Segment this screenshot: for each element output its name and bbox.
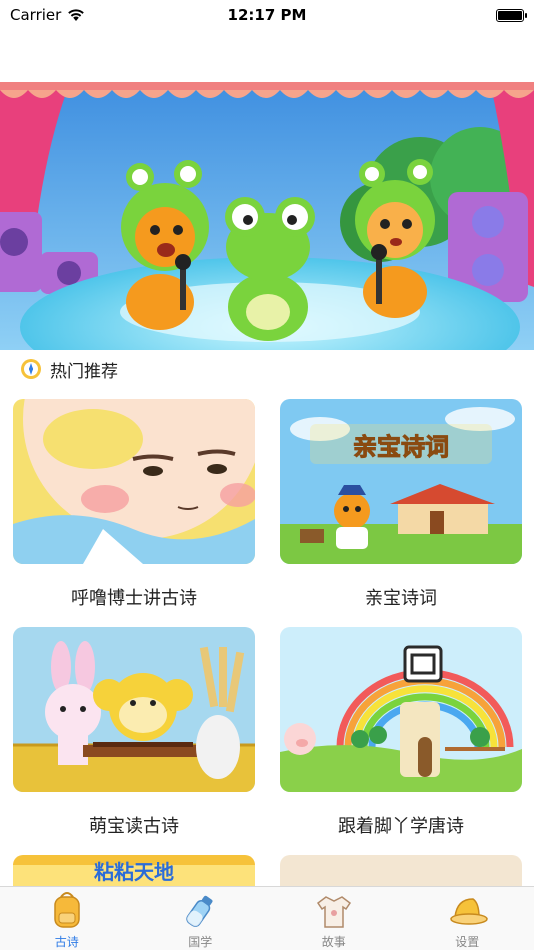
shirt-icon: [316, 896, 351, 928]
tab-label: 设置: [455, 935, 480, 949]
card-image-title: 亲宝诗词: [353, 433, 449, 461]
card-thumbnail-partial[interactable]: [280, 855, 522, 887]
tab-label: 故事: [321, 935, 346, 949]
card-label: 萌宝读古诗: [89, 816, 179, 837]
tab-bar: 古诗 国学 故事 设置: [0, 886, 534, 950]
card-thumbnail[interactable]: [13, 627, 255, 792]
tab-settings[interactable]: 设置: [401, 887, 534, 950]
bottle-icon: [186, 895, 213, 927]
card-jiaoya-tang-poetry[interactable]: 跟着脚丫学唐诗: [280, 627, 522, 838]
compass-icon: [21, 359, 41, 379]
card-thumbnail[interactable]: 亲宝诗词: [280, 399, 522, 564]
section-title: 热门推荐: [50, 361, 118, 382]
backpack-icon: [54, 892, 80, 928]
tab-gushi[interactable]: 古诗: [0, 887, 134, 950]
banner-image[interactable]: [0, 82, 534, 350]
status-time: 12:17 PM: [227, 6, 307, 24]
card-qinbao-poetry[interactable]: 亲宝诗词 亲宝诗词: [280, 399, 522, 610]
card-label: 呼噜博士讲古诗: [71, 588, 197, 609]
card-label: 亲宝诗词: [365, 588, 437, 609]
card-mengbao-poetry[interactable]: 萌宝读古诗: [13, 627, 255, 838]
hat-icon: [450, 898, 488, 925]
tab-label: 古诗: [54, 935, 79, 949]
tab-guoxue[interactable]: 国学: [134, 887, 268, 950]
card-label: 跟着脚丫学唐诗: [338, 816, 464, 837]
card-image-title: 粘粘天地: [94, 860, 174, 884]
status-bar: Carrier 12:17 PM: [0, 0, 534, 30]
tab-label: 国学: [188, 935, 213, 949]
card-thumbnail[interactable]: [13, 399, 255, 564]
card-thumbnail[interactable]: [280, 627, 522, 792]
card-hulu-doctor[interactable]: 呼噜博士讲古诗: [13, 399, 255, 610]
card-thumbnail-partial[interactable]: 粘粘天地: [13, 855, 255, 887]
battery-icon: [496, 8, 527, 22]
app-screen: Carrier 12:17 PM 热门推荐 呼噜博士讲古诗 亲宝诗词 亲宝诗词 …: [0, 0, 534, 950]
tab-gushi-stories[interactable]: 故事: [267, 887, 401, 950]
section-header: 热门推荐: [20, 356, 118, 382]
